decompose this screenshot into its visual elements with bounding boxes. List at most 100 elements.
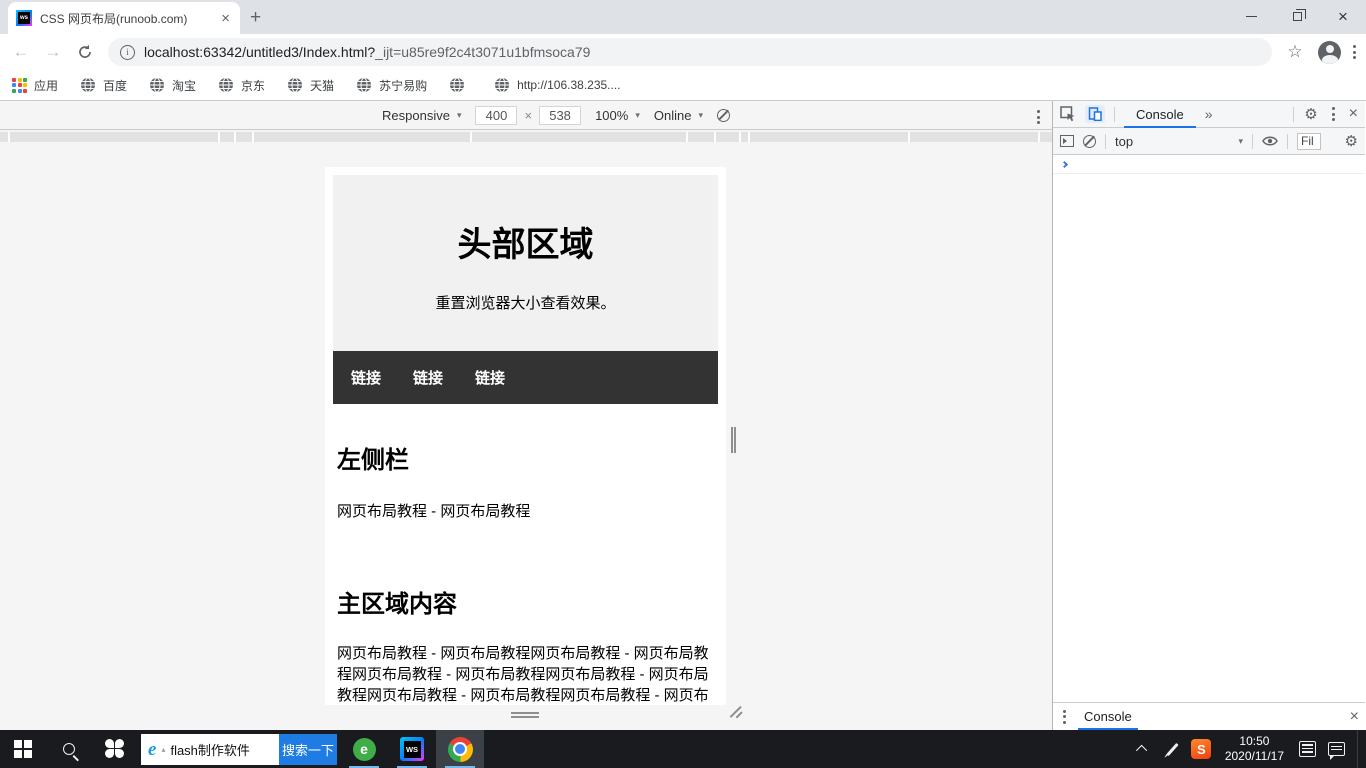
bookmark-label: 淘宝	[172, 77, 196, 94]
ime-panel-button[interactable]	[1293, 730, 1322, 768]
search-widget-query: flash制作软件	[170, 740, 249, 759]
clear-console-icon[interactable]	[1083, 135, 1096, 148]
action-center-button[interactable]	[1322, 730, 1351, 768]
taskbar-search-button[interactable]	[46, 730, 92, 768]
page-subtitle: 重置浏览器大小查看效果。	[333, 292, 718, 313]
sogou-ime-button[interactable]: S	[1187, 730, 1216, 768]
globe-icon	[356, 77, 372, 93]
forward-button[interactable]: →	[38, 37, 68, 67]
globe-icon	[449, 77, 465, 93]
rotate-disabled-icon[interactable]	[717, 109, 730, 122]
taskbar-clock[interactable]: 10:50 2020/11/17	[1216, 734, 1293, 764]
more-tabs-button[interactable]: »	[1205, 106, 1213, 122]
throttling-select[interactable]: Online ▾	[654, 108, 703, 123]
devtools-menu-button[interactable]	[1328, 103, 1339, 125]
sidebar-text: 网页布局教程 - 网页布局教程	[337, 501, 714, 522]
system-tray: S 10:50 2020/11/17	[1129, 730, 1366, 768]
url-text: localhost:63342/untitled3/Index.html?_ij…	[144, 44, 590, 60]
devtools-panel: Console » ⚙ × top ▾	[1053, 101, 1365, 730]
search-widget-button[interactable]: 搜索一下	[279, 734, 337, 765]
console-prompt-row[interactable]	[1053, 155, 1365, 174]
pen-icon	[1166, 742, 1178, 755]
device-toolbar-menu-button[interactable]	[1033, 106, 1044, 128]
divider	[1293, 107, 1294, 122]
bookmark-item[interactable]: 淘宝	[149, 77, 196, 94]
address-bar[interactable]: i localhost:63342/untitled3/Index.html?_…	[108, 38, 1272, 66]
bookmark-item[interactable]: 天猫	[287, 77, 334, 94]
toggle-device-toolbar-button[interactable]	[1085, 105, 1105, 123]
live-expression-eye-icon[interactable]	[1262, 135, 1278, 147]
nav-link[interactable]: 链接	[338, 351, 394, 404]
bookmark-apps[interactable]: 应用	[12, 77, 58, 94]
active-tab-indicator	[1124, 126, 1196, 128]
browser-tab[interactable]: ws CSS 网页布局(runoob.com) ×	[8, 2, 240, 34]
search-widget-field[interactable]: e ▴ flash制作软件	[141, 734, 279, 765]
minimize-button[interactable]	[1228, 0, 1274, 33]
devtools-settings-gear-icon[interactable]: ⚙	[1304, 107, 1317, 122]
responsive-viewport: 头部区域 重置浏览器大小查看效果。 链接 链接 链接 左侧栏 网页布局教程 - …	[325, 167, 726, 705]
viewport-resize-handle-corner[interactable]	[726, 702, 746, 722]
device-mode-select[interactable]: Responsive ▾	[382, 108, 461, 123]
device-toolbar-icon	[1088, 107, 1102, 121]
webstorm-icon-label: WS	[404, 741, 421, 758]
pinwheel-app-button[interactable]	[92, 730, 138, 768]
reload-button[interactable]	[70, 37, 100, 67]
bookmark-item[interactable]: 苏宁易购	[356, 77, 427, 94]
drawer-tab-console[interactable]: Console	[1078, 703, 1138, 730]
restore-button[interactable]	[1274, 0, 1320, 33]
zoom-select[interactable]: 100% ▾	[595, 108, 640, 123]
viewport-height-input[interactable]: 538	[539, 106, 581, 125]
hidden-icons-button[interactable]	[1129, 730, 1158, 768]
ie-icon: e	[148, 740, 156, 759]
bookmark-item[interactable]: 京东	[218, 77, 265, 94]
devtools-close-button[interactable]: ×	[1349, 105, 1358, 123]
device-mode-value: Responsive	[382, 108, 450, 123]
console-settings-gear-icon[interactable]: ⚙	[1345, 134, 1358, 149]
drawer-menu-button[interactable]	[1059, 706, 1070, 728]
bookmark-star-button[interactable]: ☆	[1280, 37, 1310, 67]
new-tab-button[interactable]: +	[250, 8, 261, 27]
action-center-icon	[1328, 742, 1345, 756]
bookmark-item[interactable]	[449, 77, 472, 93]
360-browser-icon: e	[353, 738, 376, 761]
nav-link[interactable]: 链接	[400, 351, 456, 404]
nav-link[interactable]: 链接	[462, 351, 518, 404]
tab-close-icon[interactable]: ×	[219, 11, 232, 26]
main-paragraph-1: 网页布局教程 - 网页布局教程网页布局教程 - 网页布局教程网页布局教程 - 网…	[337, 643, 714, 705]
taskbar-app-webstorm[interactable]: WS	[388, 730, 436, 768]
drawer-close-button[interactable]: ×	[1350, 708, 1359, 726]
bookmark-label: 京东	[241, 77, 265, 94]
media-query-bar[interactable]	[0, 132, 1052, 142]
page-info-icon[interactable]: i	[120, 45, 135, 60]
sidebar-heading: 左侧栏	[337, 440, 714, 475]
tab-strip: ws CSS 网页布局(runoob.com) × + ×	[0, 0, 1366, 34]
profile-avatar[interactable]	[1318, 41, 1341, 64]
console-output[interactable]	[1053, 155, 1365, 702]
inspect-element-icon[interactable]	[1060, 106, 1076, 122]
device-stage: 头部区域 重置浏览器大小查看效果。 链接 链接 链接 左侧栏 网页布局教程 - …	[0, 142, 1052, 730]
taskbar-app-chrome[interactable]	[436, 730, 484, 768]
viewport-width-input[interactable]: 400	[475, 106, 517, 125]
viewport-resize-handle-bottom[interactable]	[511, 712, 539, 718]
console-filter-input[interactable]: Fil	[1297, 133, 1321, 150]
bookmark-item[interactable]: 百度	[80, 77, 127, 94]
divider	[1105, 134, 1106, 149]
chevron-down-icon: ▾	[635, 110, 640, 121]
close-window-button[interactable]: ×	[1320, 0, 1366, 33]
console-sidebar-toggle-icon[interactable]	[1060, 135, 1074, 147]
browser-menu-button[interactable]	[1349, 41, 1360, 63]
viewport-resize-handle-right[interactable]	[731, 427, 736, 453]
taskbar-app-360[interactable]: e	[340, 730, 388, 768]
ink-workspace-button[interactable]	[1158, 730, 1187, 768]
bookmark-label: 苏宁易购	[379, 77, 427, 94]
tab-console[interactable]: Console	[1124, 101, 1196, 127]
back-button[interactable]: ←	[6, 37, 36, 67]
start-button[interactable]	[0, 730, 46, 768]
execution-context-select[interactable]: top ▾	[1115, 134, 1243, 149]
show-desktop-button[interactable]	[1357, 730, 1362, 768]
bookmark-item[interactable]: http://106.38.235....	[494, 77, 620, 93]
bookmark-label: 天猫	[310, 77, 334, 94]
notes-icon	[1299, 741, 1316, 757]
globe-icon	[494, 77, 510, 93]
globe-icon	[149, 77, 165, 93]
